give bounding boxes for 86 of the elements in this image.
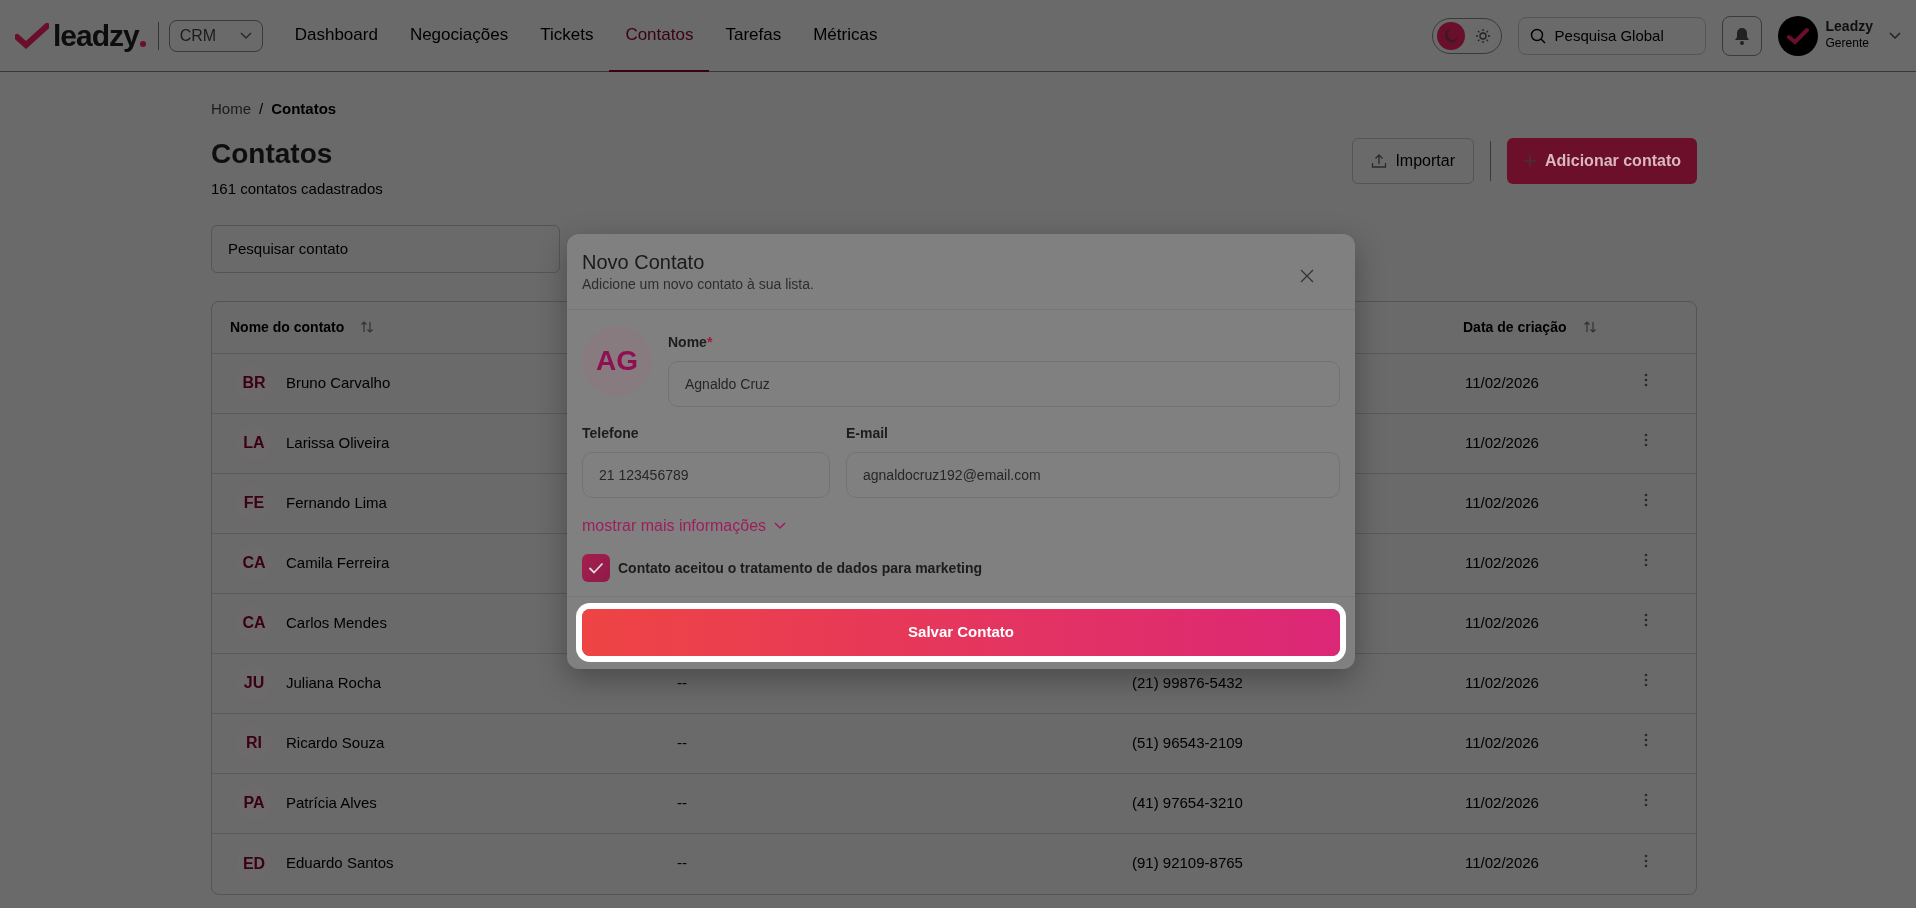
field-label: E-mail [846, 424, 889, 443]
contact-name[interactable]: Ricardo Souza [286, 731, 385, 755]
sort-icon [1582, 320, 1597, 335]
date-cell: 11/02/2026 [1465, 433, 1539, 451]
page-title: Contatos [211, 136, 334, 171]
logo-dot-icon [139, 40, 146, 47]
kebab-icon [1644, 433, 1648, 448]
nav-tab[interactable]: Tickets [524, 0, 610, 72]
contact-avatar: AG [582, 326, 652, 396]
nav-tab[interactable]: Dashboard [278, 0, 394, 72]
sun-icon [1474, 27, 1491, 44]
nav-tab[interactable]: Negociações [393, 0, 525, 72]
breadcrumb-separator: / [259, 99, 264, 119]
user-name: Leadzy [1825, 18, 1873, 35]
logo-text: leadzy [53, 20, 139, 51]
contact-name[interactable]: Eduardo Santos [286, 852, 394, 875]
contact-name[interactable]: Larissa Oliveira [286, 431, 390, 455]
column-header[interactable]: Data de criação [1463, 316, 1567, 338]
dialog-subtitle: Adicione um novo contato à sua lista. [582, 275, 814, 294]
kebab-icon [1644, 493, 1648, 508]
add-contact-button[interactable]: Adicionar contato [1507, 137, 1697, 184]
contact-search-field[interactable]: Pesquisar contato [211, 224, 560, 273]
date-cell: 11/02/2026 [1465, 493, 1539, 511]
contact-name[interactable]: Bruno Carvalho [286, 371, 391, 395]
contact-name[interactable]: Patrícia Alves [286, 791, 377, 815]
breadcrumb-item: Contatos [271, 99, 337, 119]
upload-icon [1371, 152, 1388, 169]
moon-icon [1442, 27, 1459, 44]
kebab-icon [1644, 613, 1648, 628]
user-role: Gerente [1825, 35, 1870, 53]
check-icon [588, 562, 604, 574]
chevron-down-icon[interactable] [1889, 31, 1901, 40]
search-icon [1529, 27, 1546, 44]
contact-name[interactable]: Juliana Rocha [286, 671, 382, 695]
sort-icon [360, 320, 375, 335]
date-cell: 11/02/2026 [1465, 373, 1539, 391]
bell-icon [1733, 26, 1750, 45]
nav-tab[interactable]: Tarefas [709, 0, 798, 72]
kebab-icon [1644, 673, 1648, 688]
field-label: Telefone [582, 424, 640, 443]
close-icon [1300, 268, 1314, 283]
date-cell: 11/02/2026 [1465, 854, 1539, 872]
table-cell: -- [677, 673, 687, 691]
date-cell: 11/02/2026 [1465, 553, 1539, 571]
column-header[interactable]: Nome do contato [230, 316, 345, 338]
text-input[interactable]: agnaldocruz192@email.com [846, 452, 1340, 498]
theme-button[interactable] [1436, 21, 1465, 50]
contacts-count: 161 contatos cadastrados [211, 179, 383, 200]
import-button[interactable]: Importar [1352, 137, 1474, 184]
dialog-title: Novo Contato [582, 250, 706, 274]
table-cell: -- [677, 854, 687, 872]
date-cell: 11/02/2026 [1465, 733, 1539, 751]
nav-tab[interactable]: Métricas [797, 0, 894, 72]
kebab-icon [1644, 853, 1648, 868]
text-input[interactable]: 21 123456789 [582, 452, 830, 498]
phone-cell: (21) 99876-5432 [1132, 673, 1243, 691]
module-select[interactable]: CRM [168, 19, 263, 52]
chevron-down-icon [774, 522, 787, 530]
plus-icon [1523, 153, 1537, 168]
phone-cell: (51) 96543-2109 [1132, 733, 1243, 751]
phone-cell: (91) 92109-8765 [1132, 854, 1243, 872]
chevron-down-icon [239, 31, 252, 40]
breadcrumb-item[interactable]: Home [211, 98, 251, 121]
field-label: Nome* [668, 333, 714, 352]
phone-cell: (41) 97654-3210 [1132, 793, 1243, 811]
kebab-icon [1644, 793, 1648, 808]
checkmark-logo-icon [1786, 26, 1809, 45]
table-cell: -- [677, 733, 687, 751]
checkmark-logo-icon [15, 22, 49, 49]
consent-label: Contato aceitou o tratamento de dados para marketing [618, 558, 983, 578]
contact-name[interactable]: Carlos Mendes [286, 611, 387, 635]
user-avatar[interactable] [1777, 15, 1818, 56]
date-cell: 11/02/2026 [1465, 673, 1539, 691]
date-cell: 11/02/2026 [1465, 613, 1539, 631]
notifications-button[interactable] [1721, 15, 1762, 56]
nav-tab[interactable]: Contatos [609, 0, 710, 72]
contact-name[interactable]: Fernando Lima [286, 491, 387, 515]
kebab-icon [1644, 373, 1648, 388]
consent-checkbox[interactable] [582, 554, 610, 582]
table-cell: -- [677, 793, 687, 811]
contact-name[interactable]: Camila Ferreira [286, 551, 390, 575]
text-input[interactable]: Agnaldo Cruz [668, 361, 1340, 407]
kebab-icon [1644, 553, 1648, 568]
date-cell: 11/02/2026 [1465, 793, 1539, 811]
global-search-field[interactable]: Pesquisa Global [1517, 16, 1706, 55]
kebab-icon [1644, 733, 1648, 748]
